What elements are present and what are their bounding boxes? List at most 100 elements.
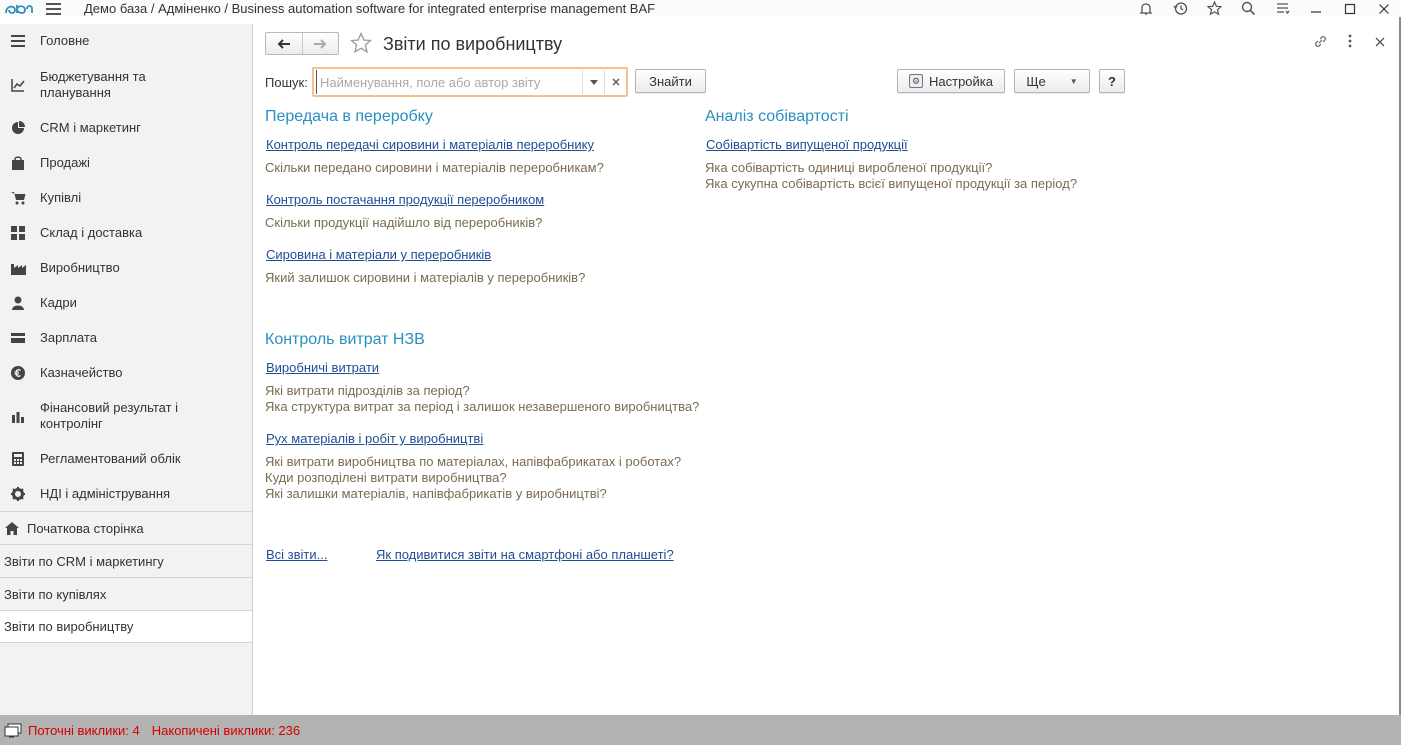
sidebar-item-label: Регламентований облік xyxy=(40,451,181,466)
find-button[interactable]: Знайти xyxy=(635,69,706,93)
report-description: Куди розподілені витрати виробництва? xyxy=(265,470,507,485)
person-icon xyxy=(10,295,26,311)
open-windows-list: Початкова сторінка Звіти по CRM і маркет… xyxy=(0,511,252,643)
history-icon[interactable] xyxy=(1163,0,1197,17)
bar-chart-icon xyxy=(10,408,26,424)
sidebar-item-label: Головне xyxy=(40,33,90,48)
app-title: Демо база / Адміненко / Business automat… xyxy=(84,1,656,16)
sidebar-item-label: CRM і маркетинг xyxy=(40,120,141,135)
link-icon[interactable] xyxy=(1313,34,1327,52)
main-menu-icon[interactable] xyxy=(46,0,66,17)
open-window-label: Початкова сторінка xyxy=(27,520,144,536)
sidebar-item-label: НДІ і адміністрування xyxy=(40,486,171,501)
search-label: Пошук: xyxy=(265,75,308,90)
favorites-star-icon[interactable] xyxy=(1197,0,1231,17)
app-logo[interactable] xyxy=(0,0,36,17)
open-window-label: Звіти по CRM і маркетингу xyxy=(4,553,164,569)
factory-icon xyxy=(10,260,26,276)
main-panel: Звіти по виробництву Пошук: Знайти ⚙ Нас… xyxy=(254,24,1401,715)
close-button[interactable] xyxy=(1367,0,1401,17)
sidebar-item-label: Фінансовий результат і контролінг xyxy=(40,400,179,431)
sidebar-item-label: Склад і доставка xyxy=(40,225,143,240)
pie-chart-icon xyxy=(10,120,26,136)
more-button[interactable]: Ще ▼ xyxy=(1014,69,1090,93)
current-calls: Поточні виклики: 4 xyxy=(28,722,140,738)
mobile-reports-link[interactable]: Як подивитися звіти на смартфоні або пла… xyxy=(376,547,674,562)
menu-icon xyxy=(10,33,26,49)
sidebar-item-crm[interactable]: CRM і маркетинг xyxy=(0,119,141,137)
maximize-button[interactable] xyxy=(1333,0,1367,17)
report-description: Які залишки матеріалів, напівфабрикатів … xyxy=(265,486,607,501)
report-description: Скільки продукції надійшло від переробни… xyxy=(265,215,543,230)
settings-menu-icon[interactable] xyxy=(1265,0,1299,17)
sidebar-item-label: Продажі xyxy=(40,155,90,170)
search-icon[interactable] xyxy=(1231,0,1265,17)
report-description: Які витрати виробництва по матеріалах, н… xyxy=(265,454,682,469)
report-description: Яка собівартість одиниці виробленої прод… xyxy=(705,160,993,175)
back-button[interactable] xyxy=(266,33,302,54)
settings-button[interactable]: ⚙ Настройка xyxy=(897,69,1005,93)
sidebar-item-treasury[interactable]: Казначейство xyxy=(0,364,122,382)
currency-icon xyxy=(10,365,26,381)
open-window-purchases-reports[interactable]: Звіти по купівлях xyxy=(0,577,252,610)
sidebar-item-sales[interactable]: Продажі xyxy=(0,154,90,172)
chart-line-icon xyxy=(10,77,26,93)
accumulated-calls: Накопичені виклики: 236 xyxy=(151,722,301,738)
search-input[interactable] xyxy=(316,70,582,94)
sidebar-item-budgeting[interactable]: Бюджетування та планування xyxy=(0,68,200,102)
report-link[interactable]: Рух матеріалів і робіт у виробництві xyxy=(266,431,483,446)
sidebar-item-label: Кадри xyxy=(40,295,77,310)
status-bar: Поточні виклики: 4 Накопичені виклики: 2… xyxy=(0,715,1401,745)
favorite-star-icon[interactable] xyxy=(349,31,374,56)
sidebar-item-hr[interactable]: Кадри xyxy=(0,294,77,312)
more-actions-icon[interactable] xyxy=(1343,34,1357,52)
dropdown-button[interactable] xyxy=(582,70,604,94)
report-link[interactable]: Собівартість випущеної продукції xyxy=(706,137,908,152)
sidebar-item-finresult[interactable]: Фінансовий результат і контролінг xyxy=(0,399,200,433)
sidebar-item-regulated[interactable]: Регламентований облік xyxy=(0,450,181,468)
grid-icon xyxy=(10,225,26,241)
monitor-icon[interactable] xyxy=(3,722,23,738)
report-description: Яка сукупна собівартість всієї випущеної… xyxy=(705,176,1078,191)
report-link[interactable]: Контроль передачі сировини і матеріалів … xyxy=(266,137,594,152)
sidebar-item-admin[interactable]: НДІ і адміністрування xyxy=(0,485,170,503)
all-reports-link[interactable]: Всі звіти... xyxy=(266,547,327,562)
sidebar-item-label: Виробництво xyxy=(40,260,120,275)
sidebar-item-production[interactable]: Виробництво xyxy=(0,259,120,277)
sidebar-item-salary[interactable]: Зарплата xyxy=(0,329,97,347)
sidebar-item-label: Казначейство xyxy=(40,365,123,380)
section-title-cost: Аналіз собівартості xyxy=(705,108,849,125)
calculator-icon xyxy=(10,451,26,467)
sidebar-item-label: Зарплата xyxy=(40,330,97,345)
navigation-buttons xyxy=(265,32,339,55)
wallet-icon xyxy=(10,330,26,346)
sidebar-item-warehouse[interactable]: Склад і доставка xyxy=(0,224,142,242)
report-description: Які витрати підрозділів за період? xyxy=(265,383,470,398)
gear-icon xyxy=(10,486,26,502)
forward-button[interactable] xyxy=(301,33,339,54)
open-window-label: Звіти по виробництву xyxy=(4,619,134,634)
search-field xyxy=(312,67,628,97)
chevron-down-icon: ▼ xyxy=(1069,76,1078,86)
open-window-home[interactable]: Початкова сторінка xyxy=(0,511,252,544)
report-description: Який залишок сировини і матеріалів у пер… xyxy=(265,270,586,285)
settings-button-label: Настройка xyxy=(929,73,993,89)
report-description: Скільки передано сировини і матеріалів п… xyxy=(265,160,604,175)
sidebar-item-main[interactable]: Головне xyxy=(0,32,89,50)
bell-icon[interactable] xyxy=(1129,0,1163,17)
report-link[interactable]: Сировина і матеріали у переробників xyxy=(266,247,491,262)
clear-search-button[interactable] xyxy=(604,70,626,94)
report-link[interactable]: Виробничі витрати xyxy=(266,360,379,375)
sidebar: Головне Бюджетування та планування CRM і… xyxy=(0,24,253,715)
close-tab-icon[interactable] xyxy=(1373,34,1387,52)
help-button[interactable]: ? xyxy=(1099,69,1125,93)
section-title-wip: Контроль витрат НЗВ xyxy=(265,331,425,348)
open-window-production-reports[interactable]: Звіти по виробництву xyxy=(0,610,252,643)
report-link[interactable]: Контроль постачання продукції переробник… xyxy=(266,192,544,207)
sidebar-item-purchases[interactable]: Купівлі xyxy=(0,189,81,207)
open-window-crm-reports[interactable]: Звіти по CRM і маркетингу xyxy=(0,544,252,577)
page-title: Звіти по виробництву xyxy=(383,34,563,54)
shopping-bag-icon xyxy=(10,155,26,171)
minimize-button[interactable] xyxy=(1299,0,1333,17)
home-icon xyxy=(4,520,20,536)
